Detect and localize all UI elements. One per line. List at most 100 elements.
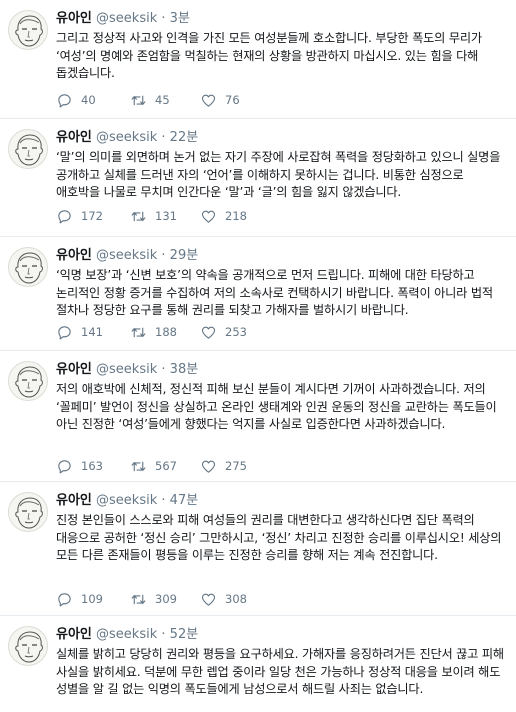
like-button[interactable]: 253 — [200, 323, 247, 341]
retweet-count: 309 — [155, 592, 177, 606]
heart-icon — [201, 94, 216, 107]
tweet[interactable]: 유아인 @seeksik · 3분 그리고 정상적 사고와 인격을 가진 모든 … — [0, 0, 516, 119]
user-handle[interactable]: @seeksik — [96, 248, 157, 263]
tweet-header: 유아인 @seeksik · 29분 — [56, 246, 508, 266]
timestamp[interactable]: 38분 — [170, 362, 199, 377]
retweet-button[interactable]: 567 — [130, 457, 177, 475]
retweet-icon — [131, 461, 146, 471]
reply-count: 109 — [81, 592, 103, 606]
reply-button[interactable]: 163 — [56, 457, 103, 475]
display-name[interactable]: 유아인 — [56, 362, 92, 377]
tweet-actions: 40 45 76 — [56, 91, 356, 109]
tweet-text: 실체를 밝히고 당당히 권리와 평등을 요구하세요. 가해자를 응징하려거든 진… — [56, 647, 504, 696]
timestamp[interactable]: 52분 — [170, 627, 199, 642]
tweet-header: 유아인 @seeksik · 52분 — [56, 625, 508, 645]
tweet[interactable]: 유아인 @seeksik · 22분 ‘말’의 의미를 외면하며 논거 없는 자… — [0, 119, 516, 237]
like-count: 275 — [225, 459, 247, 473]
timestamp[interactable]: 3분 — [170, 11, 190, 26]
retweet-button[interactable]: 309 — [130, 590, 177, 608]
avatar[interactable] — [8, 626, 48, 666]
retweet-icon — [131, 327, 146, 337]
tweet[interactable]: 유아인 @seeksik · 38분 저의 애호박에 신체적, 정신적 피해 보… — [0, 351, 516, 482]
like-count: 308 — [225, 592, 247, 606]
display-name[interactable]: 유아인 — [56, 11, 92, 26]
separator: · — [161, 248, 166, 263]
display-name[interactable]: 유아인 — [56, 248, 92, 263]
avatar[interactable] — [8, 492, 48, 532]
avatar[interactable] — [8, 247, 48, 287]
reply-button[interactable]: 141 — [56, 323, 103, 341]
avatar-sketch-icon — [15, 134, 43, 166]
avatar[interactable] — [8, 129, 48, 169]
avatar-sketch-icon — [15, 631, 43, 663]
tweet[interactable]: 유아인 @seeksik · 29분 ‘익명 보장’과 ‘신변 보호’의 약속을… — [0, 237, 516, 351]
reply-count: 40 — [81, 93, 96, 107]
like-button[interactable]: 76 — [200, 91, 240, 109]
retweet-count: 188 — [155, 325, 177, 339]
avatar[interactable] — [8, 361, 48, 401]
reply-button[interactable]: 40 — [56, 91, 96, 109]
tweet-text: ‘말’의 의미를 외면하며 논거 없는 자기 주장에 사로잡혀 폭력을 정당화하… — [56, 150, 501, 199]
avatar-sketch-icon — [15, 497, 43, 529]
tweet-header: 유아인 @seeksik · 22분 — [56, 128, 508, 148]
user-handle[interactable]: @seeksik — [96, 627, 157, 642]
heart-icon — [201, 593, 216, 606]
tweet-actions: 141 188 253 — [56, 323, 356, 341]
heart-icon — [201, 326, 216, 339]
retweet-count: 567 — [155, 459, 177, 473]
user-handle[interactable]: @seeksik — [96, 362, 157, 377]
reply-icon — [58, 592, 71, 606]
avatar[interactable] — [8, 10, 48, 50]
tweet-feed: 유아인 @seeksik · 3분 그리고 정상적 사고와 인격을 가진 모든 … — [0, 0, 516, 712]
tweet-actions: 172 131 218 — [56, 207, 356, 225]
user-handle[interactable]: @seeksik — [96, 493, 157, 508]
tweet-actions: 109 309 308 — [56, 590, 356, 608]
tweet[interactable]: 유아인 @seeksik · 47분 진정 본인들이 스스로와 피해 여성들의 … — [0, 482, 516, 616]
like-button[interactable]: 218 — [200, 207, 247, 225]
tweet-text: 그리고 정상적 사고와 인격을 가진 모든 여성분들께 호소합니다. 부당한 폭… — [56, 31, 482, 80]
timestamp[interactable]: 29분 — [170, 248, 199, 263]
like-count: 253 — [225, 325, 247, 339]
tweet[interactable]: 유아인 @seeksik · 52분 실체를 밝히고 당당히 권리와 평등을 요… — [0, 616, 516, 712]
tweet-text: 진정 본인들이 스스로와 피해 여성들의 권리를 대변한다고 생각하신다면 집단… — [56, 513, 502, 562]
display-name[interactable]: 유아인 — [56, 130, 92, 145]
tweet-actions: 163 567 275 — [56, 457, 356, 475]
reply-count: 163 — [81, 459, 103, 473]
tweet-text: ‘익명 보장’과 ‘신변 보호’의 약속을 공개적으로 먼저 드립니다. 피해에… — [56, 268, 493, 317]
avatar-sketch-icon — [15, 252, 43, 284]
display-name[interactable]: 유아인 — [56, 493, 92, 508]
heart-icon — [201, 210, 216, 223]
user-handle[interactable]: @seeksik — [96, 130, 157, 145]
separator: · — [161, 627, 166, 642]
tweet-header: 유아인 @seeksik · 3분 — [56, 9, 508, 29]
reply-icon — [58, 209, 71, 223]
user-handle[interactable]: @seeksik — [96, 11, 157, 26]
tweet-text: 저의 애호박에 신체적, 정신적 피해 보신 분들이 계시다면 기꺼이 사과하겠… — [56, 382, 497, 431]
display-name[interactable]: 유아인 — [56, 627, 92, 642]
reply-count: 141 — [81, 325, 103, 339]
reply-icon — [58, 325, 71, 339]
reply-button[interactable]: 172 — [56, 207, 103, 225]
retweet-icon — [131, 95, 146, 105]
like-count: 76 — [225, 93, 240, 107]
retweet-button[interactable]: 45 — [130, 91, 170, 109]
retweet-button[interactable]: 131 — [130, 207, 177, 225]
reply-count: 172 — [81, 209, 103, 223]
timestamp[interactable]: 22분 — [170, 130, 199, 145]
heart-icon — [201, 460, 216, 473]
separator: · — [161, 130, 166, 145]
reply-icon — [58, 93, 71, 107]
avatar-sketch-icon — [15, 15, 43, 47]
like-count: 218 — [225, 209, 247, 223]
retweet-count: 45 — [155, 93, 170, 107]
retweet-icon — [131, 211, 146, 221]
like-button[interactable]: 275 — [200, 457, 247, 475]
reply-button[interactable]: 109 — [56, 590, 103, 608]
tweet-header: 유아인 @seeksik · 38분 — [56, 360, 508, 380]
separator: · — [161, 493, 166, 508]
retweet-button[interactable]: 188 — [130, 323, 177, 341]
like-button[interactable]: 308 — [200, 590, 247, 608]
timestamp[interactable]: 47분 — [170, 493, 199, 508]
separator: · — [161, 362, 166, 377]
reply-icon — [58, 459, 71, 473]
